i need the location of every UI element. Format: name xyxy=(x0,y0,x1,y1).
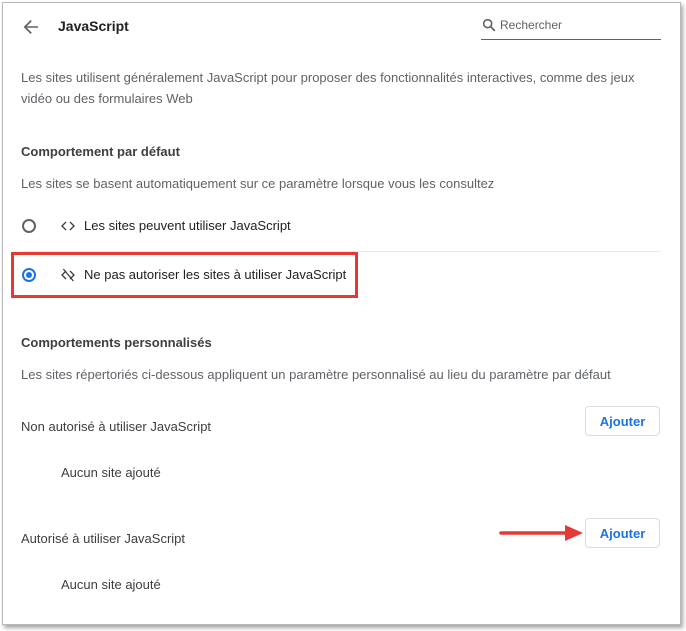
page-description: Les sites utilisent généralement JavaScr… xyxy=(21,70,635,106)
radio-allow-javascript[interactable] xyxy=(22,219,36,233)
search-input[interactable] xyxy=(500,13,658,37)
custom-behaviors-heading: Comportements personnalisés xyxy=(21,335,212,350)
blocked-list-label: Non autorisé à utiliser JavaScript xyxy=(21,419,212,434)
option-allow-javascript[interactable]: Les sites peuvent utiliser JavaScript xyxy=(11,209,661,243)
default-behavior-heading: Comportement par défaut xyxy=(21,144,180,159)
search-field[interactable] xyxy=(481,13,661,40)
allowed-list-empty: Aucun site ajouté xyxy=(61,577,161,592)
annotation-arrow-icon xyxy=(499,525,583,541)
blocked-list-empty: Aucun site ajouté xyxy=(61,465,161,480)
custom-behaviors-subtitle: Les sites répertoriés ci-dessous appliqu… xyxy=(21,367,611,382)
add-blocked-site-button[interactable]: Ajouter xyxy=(585,406,660,436)
arrow-back-icon xyxy=(23,20,38,34)
allowed-list-label: Autorisé à utiliser JavaScript xyxy=(21,531,186,546)
add-allowed-site-button[interactable]: Ajouter xyxy=(585,518,660,548)
default-behavior-subtitle: Les sites se basent automatiquement sur … xyxy=(21,176,495,191)
back-button[interactable] xyxy=(19,15,43,39)
page-title: JavaScript xyxy=(58,18,129,34)
option-allow-javascript-label: Les sites peuvent utiliser JavaScript xyxy=(84,218,291,233)
annotation-highlight-box xyxy=(11,252,358,298)
settings-panel: JavaScript Les sites utilisent généralem… xyxy=(2,2,681,625)
search-icon xyxy=(482,18,496,32)
code-icon xyxy=(61,221,75,231)
